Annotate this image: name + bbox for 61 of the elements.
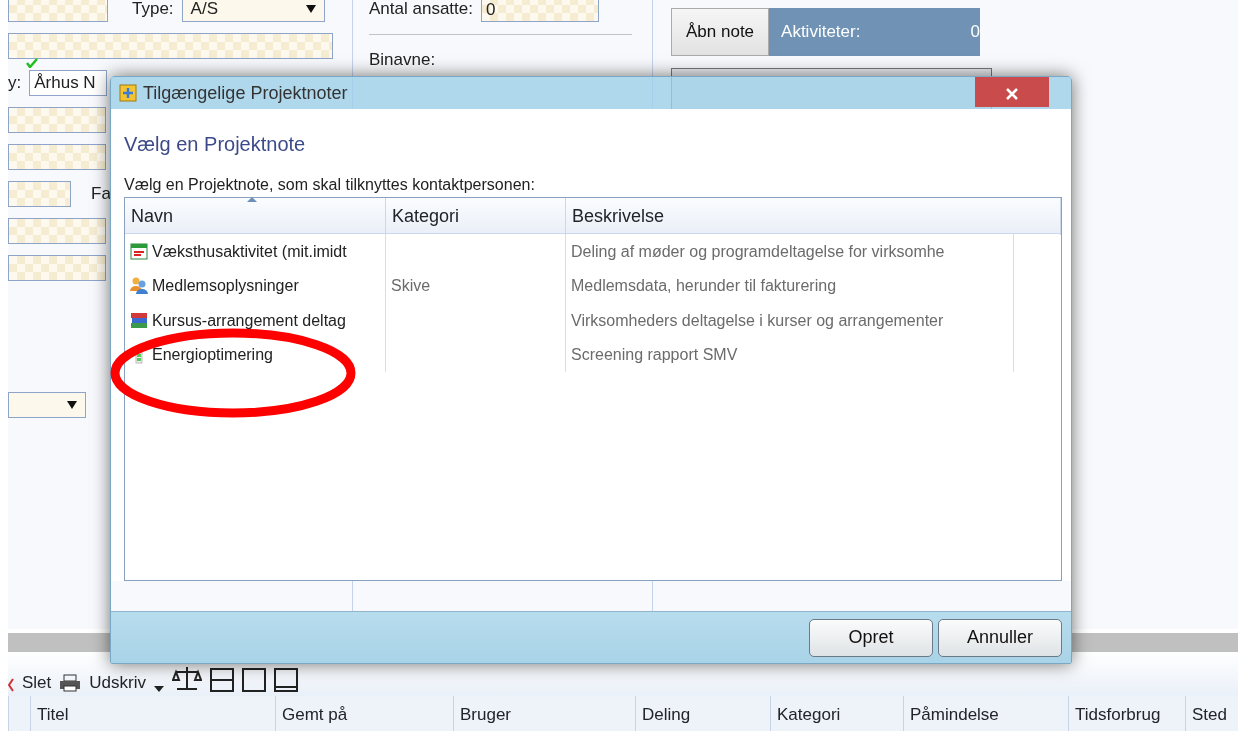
dropdown-caret-icon (305, 5, 316, 13)
list-item-name[interactable]: Energioptimering (152, 346, 273, 364)
field-label: Fa (91, 183, 111, 206)
open-note-button[interactable]: Åbn note (671, 8, 770, 56)
list-item-description: Screening rapport SMV (571, 346, 738, 364)
dialog-button[interactable]: Opret (809, 618, 933, 657)
text-field[interactable] (8, 0, 108, 22)
column-header[interactable]: Sted (1185, 696, 1238, 731)
activities-label: Aktiviteter: (781, 21, 861, 44)
instruction-text: Vælg en Projektnote, som skal tilknyttes kontaktpersonen: (124, 175, 536, 196)
select-field[interactable] (8, 392, 86, 418)
list-item-name[interactable]: Væksthusaktivitet (mit.imidt (152, 242, 347, 261)
delete-button[interactable]: Slet (22, 673, 52, 693)
dialog-title: Tilgængelige Projektnoter (143, 81, 348, 105)
layout-icon (209, 668, 234, 693)
books-icon (130, 310, 148, 330)
scale-icon (171, 664, 202, 693)
column-header[interactable]: Kategori (770, 696, 903, 731)
field-label: Antal ansatte: (369, 0, 473, 21)
column-header[interactable]: Bruger (453, 696, 635, 731)
field-label: y: (8, 72, 22, 95)
column-header[interactable]: Påmindelse (903, 696, 1068, 731)
column-header[interactable]: Gemt på (275, 696, 453, 731)
printer-icon (59, 674, 82, 693)
column-header[interactable]: Kategori (386, 198, 566, 236)
activities-count: 0 (970, 21, 981, 44)
column-header[interactable]: Beskrivelse (566, 198, 1061, 236)
people-icon (130, 276, 148, 296)
column-header[interactable]: Tidsforbrug (1068, 696, 1185, 731)
text-field[interactable] (8, 181, 71, 207)
list-item-name[interactable]: Medlemsoplysninger (152, 277, 299, 295)
dropdown-caret-icon (67, 401, 77, 409)
column-header[interactable]: Deling (635, 696, 770, 731)
field-label: Type: (132, 0, 174, 21)
list-item-description: Medlemsdata, herunder til fakturering (571, 277, 837, 295)
print-button[interactable]: Udskriv (89, 673, 146, 693)
layout-icon (241, 668, 266, 693)
delete-icon (8, 678, 14, 693)
dialog-button[interactable]: Annuller (938, 618, 1062, 657)
text-field[interactable] (8, 107, 106, 133)
close-button[interactable] (975, 77, 1049, 107)
column-header[interactable]: Titel (30, 696, 275, 731)
text-field[interactable] (8, 255, 106, 281)
city-field[interactable]: Århus N (29, 70, 108, 96)
column-header[interactable]: Navn (125, 198, 386, 236)
text-field[interactable] (8, 144, 106, 170)
text-field[interactable] (8, 33, 333, 59)
layout-icon (273, 668, 298, 693)
dropdown-caret-icon (153, 686, 164, 693)
close-icon (1005, 86, 1019, 101)
text-field[interactable] (8, 218, 106, 244)
list-item-description: Deling af møder og programdeltagelse for virksomhe (571, 242, 945, 261)
dialog-heading: Vælg en Projektnote (124, 132, 307, 158)
type-select[interactable]: A/S (181, 0, 325, 22)
list-item-name[interactable]: Kursus-arrangement deltag (152, 311, 346, 330)
calendar-icon (130, 241, 148, 261)
list-item-category: Skive (391, 277, 431, 295)
list-item-description: Virksomheders deltagelse i kurser og arrangementer (571, 311, 944, 330)
employees-field[interactable]: 0 (480, 0, 599, 22)
field-label: Binavne: (369, 49, 436, 71)
note-icon (119, 84, 137, 103)
